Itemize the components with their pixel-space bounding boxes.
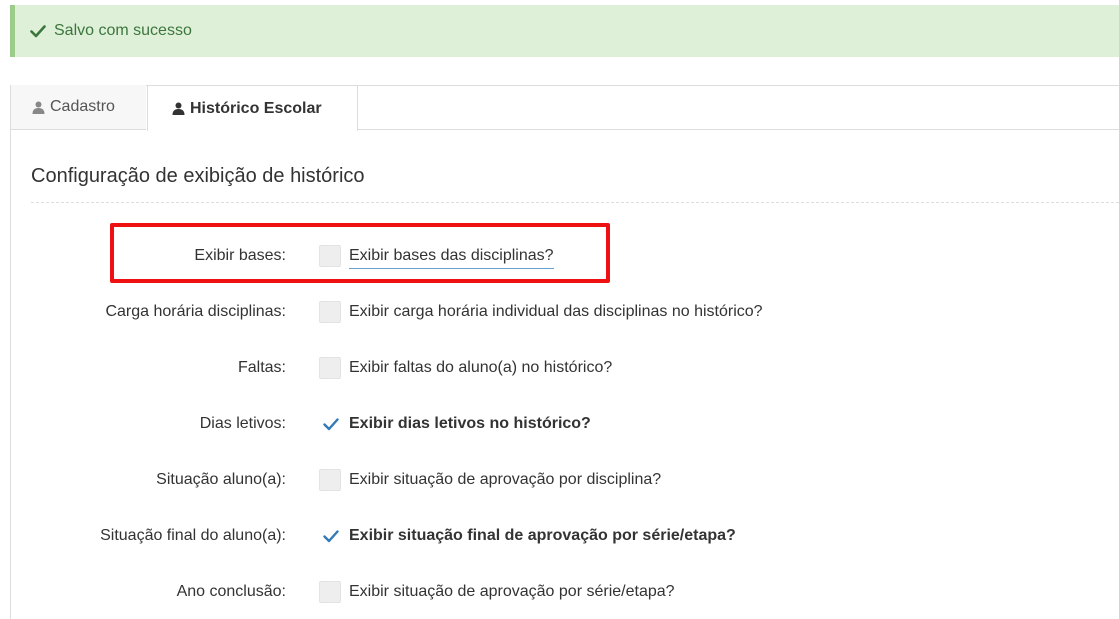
section-title: Configuração de exibição de histórico (31, 165, 365, 187)
alert-message: Salvo com sucesso (54, 22, 192, 39)
option-label: Exibir bases: (194, 247, 286, 264)
checkbox-ano-conclusao[interactable] (319, 581, 341, 603)
option-row-dias-letivos: Dias letivos: Exibir dias letivos no his… (0, 413, 1119, 437)
option-text[interactable]: Exibir carga horária individual das disc… (349, 303, 763, 321)
option-text[interactable]: Exibir situação de aprovação por série/e… (349, 583, 675, 601)
option-label: Situação final do aluno(a): (100, 527, 286, 544)
section-divider (31, 202, 1119, 203)
check-icon (30, 24, 46, 38)
user-icon (32, 101, 45, 114)
option-label: Carga horária disciplinas: (105, 303, 286, 320)
tab-cadastro[interactable]: Cadastro (11, 85, 146, 130)
option-row-situacao-final: Situação final do aluno(a): Exibir situa… (0, 525, 1119, 549)
success-alert: Salvo com sucesso (10, 5, 1119, 57)
tab-label: Histórico Escolar (190, 99, 322, 117)
option-text[interactable]: Exibir faltas do aluno(a) no histórico? (349, 359, 612, 377)
tab-label: Cadastro (50, 98, 115, 115)
option-label: Dias letivos: (199, 415, 286, 432)
option-row-carga-horaria: Carga horária disciplinas: Exibir carga … (0, 301, 1119, 325)
checkbox-situacao-final[interactable] (319, 525, 341, 547)
option-row-faltas: Faltas: Exibir faltas do aluno(a) no his… (0, 357, 1119, 381)
checkmark-icon (323, 418, 339, 431)
checkbox-exibir-bases[interactable] (319, 245, 341, 267)
checkbox-carga-horaria[interactable] (319, 301, 341, 323)
checkbox-faltas[interactable] (319, 357, 341, 379)
checkbox-situacao-aluno[interactable] (319, 469, 341, 491)
option-row-exibir-bases: Exibir bases: Exibir bases das disciplin… (0, 245, 1119, 269)
option-text[interactable]: Exibir situação de aprovação por discipl… (349, 471, 661, 489)
option-label: Situação aluno(a): (156, 471, 286, 488)
option-text[interactable]: Exibir dias letivos no histórico? (349, 415, 591, 433)
option-row-situacao-aluno: Situação aluno(a): Exibir situação de ap… (0, 469, 1119, 493)
tabs-bottom-border (358, 129, 1119, 130)
option-row-ano-conclusao: Ano conclusão: Exibir situação de aprova… (0, 581, 1119, 605)
option-text[interactable]: Exibir bases das disciplinas? (349, 247, 554, 269)
checkbox-dias-letivos[interactable] (319, 413, 341, 435)
option-label: Faltas: (237, 359, 286, 376)
option-text[interactable]: Exibir situação final de aprovação por s… (349, 527, 736, 545)
user-icon (172, 102, 185, 115)
tab-historico-escolar[interactable]: Histórico Escolar (147, 85, 358, 131)
option-label: Ano conclusão: (176, 583, 286, 600)
checkmark-icon (323, 530, 339, 543)
